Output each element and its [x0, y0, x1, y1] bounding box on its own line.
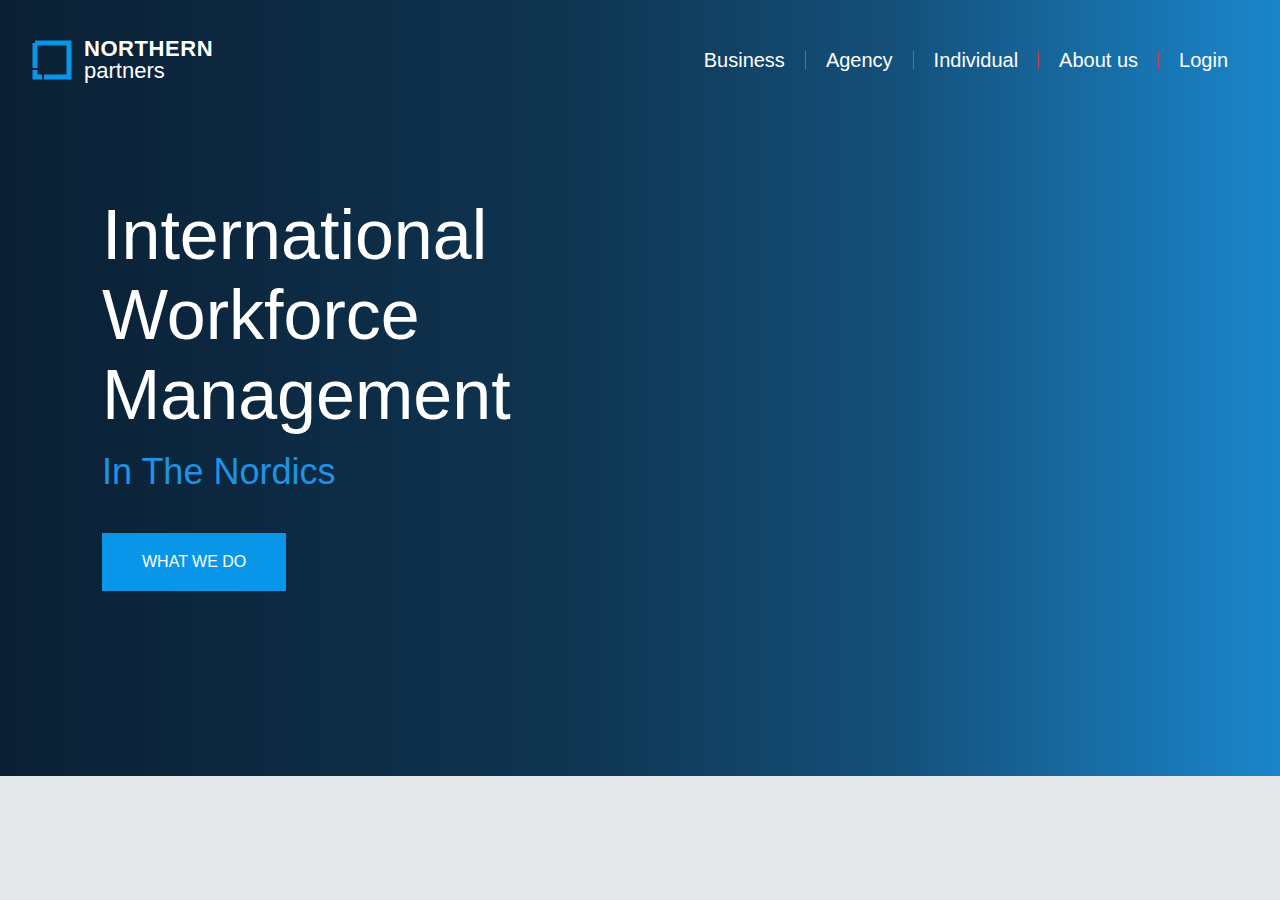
nav-separator — [805, 51, 806, 69]
nav-item[interactable]: Business — [704, 45, 785, 75]
what-we-do-button[interactable]: WHAT WE DO — [102, 533, 286, 591]
main-nav: Business Agency Individual About us Login — [704, 45, 1228, 75]
nav-item[interactable]: Login — [1179, 45, 1228, 75]
logo[interactable]: NORTHERNpartners — [32, 38, 213, 82]
nav-item[interactable]: Individual — [934, 45, 1019, 75]
logo-tagline: partners — [84, 60, 213, 82]
logo-icon — [32, 40, 72, 80]
nav-item[interactable]: About us — [1059, 45, 1138, 75]
nav-separator — [1158, 51, 1159, 69]
nav-separator — [913, 51, 914, 69]
logo-name: NORTHERN — [84, 38, 213, 60]
page: NORTHERNpartners Business Agency Individual… — [0, 0, 1280, 900]
hero: NORTHERNpartners Business Agency Individual… — [0, 0, 1280, 776]
hero-content: InternationalWorkforceManagement In The N… — [0, 195, 1280, 591]
header: NORTHERNpartners Business Agency Individual… — [0, 0, 1280, 82]
content-band — [0, 776, 1280, 900]
nav-separator — [1038, 51, 1039, 69]
nav-item[interactable]: Agency — [826, 45, 893, 75]
hero-title: InternationalWorkforceManagement — [102, 195, 511, 435]
hero-subtitle: In The Nordics — [102, 450, 335, 494]
